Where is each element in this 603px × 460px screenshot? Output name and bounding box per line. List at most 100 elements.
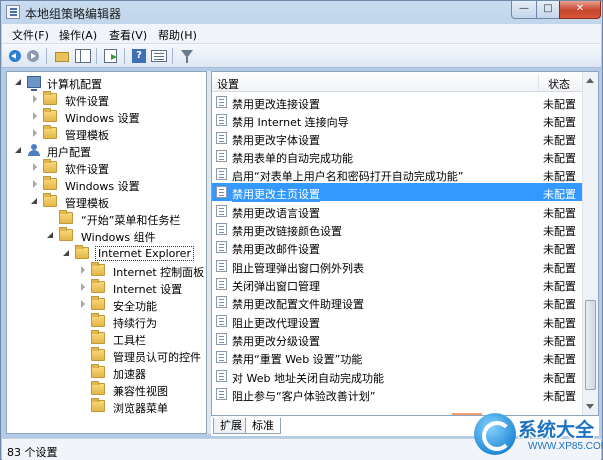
settings-list-pane[interactable]: 设置 状态 禁用更改连接设置 未配置 禁用 Internet 连接向导 未配置 禁用… [211, 71, 599, 416]
policy-icon [216, 186, 227, 198]
list-row[interactable]: 禁用更改字体设置 未配置 [212, 129, 582, 147]
expander-icon[interactable] [79, 266, 87, 274]
filter-button[interactable] [178, 47, 196, 65]
policy-name: 禁用“重置 Web 设置”功能 [232, 353, 363, 366]
policy-state: 未配置 [543, 116, 576, 129]
tab-standard[interactable]: 标准 [245, 418, 281, 434]
folder-icon [91, 398, 105, 412]
policy-state: 未配置 [543, 353, 576, 366]
minimize-button[interactable]: — [511, 1, 537, 19]
tree-item-label: Windows 组件 [81, 231, 156, 244]
show-hide-tree-button[interactable] [74, 47, 92, 65]
policy-name: 禁用更改连接设置 [232, 98, 320, 111]
policy-icon [216, 96, 227, 108]
policy-icon [216, 114, 227, 126]
list-row[interactable]: 禁用更改配置文件助理设置 未配置 [212, 293, 582, 311]
expander-icon[interactable] [79, 283, 87, 291]
policy-name: 阻止管理弹出窗口例外列表 [232, 262, 364, 275]
tab-extended[interactable]: 扩展 [213, 418, 249, 434]
list-row[interactable]: 禁用更改邮件设置 未配置 [212, 238, 582, 256]
forward-button[interactable] [24, 47, 42, 65]
list-row[interactable]: 禁用更改连接设置 未配置 [212, 93, 582, 111]
expander-icon[interactable] [31, 180, 39, 188]
properties-icon [151, 50, 167, 62]
computer-icon [27, 76, 41, 91]
user-icon [27, 144, 41, 156]
expander-icon[interactable] [63, 249, 71, 257]
menu-view[interactable]: 查看(V) [109, 27, 147, 43]
maximize-button[interactable]: □ [536, 1, 560, 19]
title-bar[interactable]: 本地组策略编辑器 — □ ✕ [1, 1, 602, 23]
list-row[interactable]: 启用“对表单上用户名和密码打开自动完成功能” 未配置 [212, 165, 582, 183]
expander-icon[interactable] [31, 163, 39, 171]
expander-icon[interactable] [31, 197, 39, 205]
menu-bar: 文件(F) 操作(A) 查看(V) 帮助(H) [2, 24, 601, 44]
expander-icon[interactable] [47, 231, 55, 239]
column-header-setting[interactable]: 设置 [217, 76, 239, 92]
policy-name: 禁用更改配置文件助理设置 [232, 298, 364, 311]
list-row[interactable]: 禁用 Internet 连接向导 未配置 [212, 111, 582, 129]
folder-icon [91, 364, 105, 378]
tree-item-label: 安全功能 [113, 300, 157, 313]
group-policy-editor-window: 本地组策略编辑器 — □ ✕ 文件(F) 操作(A) 查看(V) 帮助(H) ?… [0, 0, 603, 460]
policy-icon [216, 370, 227, 382]
scrollbar-thumb[interactable] [585, 300, 596, 390]
list-row[interactable]: 禁用表单的自动完成功能 未配置 [212, 147, 582, 165]
tree-item-label: 工具栏 [113, 334, 146, 347]
folder-icon [43, 91, 57, 105]
close-button[interactable]: ✕ [559, 1, 601, 19]
list-row[interactable]: 禁用更改链接颜色设置 未配置 [212, 220, 582, 238]
policy-icon [216, 205, 227, 217]
list-row[interactable]: 禁用更改分级设置 未配置 [212, 330, 582, 348]
expander-icon[interactable] [31, 95, 39, 103]
folder-icon [91, 381, 105, 395]
expander-icon[interactable] [15, 146, 23, 154]
menu-file[interactable]: 文件(F) [12, 27, 49, 43]
export-list-button[interactable] [102, 47, 120, 65]
tree-item-label: Windows 设置 [65, 180, 140, 193]
menu-help[interactable]: 帮助(H) [158, 27, 197, 43]
tree-item-label: 软件设置 [65, 95, 109, 108]
status-text: 83 个设置 [7, 446, 58, 459]
policy-state: 未配置 [543, 372, 576, 385]
folder-icon [75, 245, 89, 259]
tree-pane[interactable]: 计算机配置 软件设置 Windows 设置 管理模板 用户配置 软件设置 Win… [6, 71, 207, 434]
policy-icon [216, 223, 227, 235]
list-row[interactable]: 阻止参与“客户体验改善计划” 未配置 [212, 385, 582, 403]
list-row[interactable]: 对 Web 地址关闭自动完成功能 未配置 [212, 367, 582, 385]
expander-icon[interactable] [31, 112, 39, 120]
policy-state: 未配置 [543, 134, 576, 147]
vertical-scrollbar[interactable] [582, 72, 598, 415]
policy-name: 关闭弹出窗口管理 [232, 280, 320, 293]
help-icon: ? [132, 49, 146, 63]
expander-icon[interactable] [79, 300, 87, 308]
policy-name: 禁用更改主页设置 [232, 186, 320, 202]
list-row[interactable]: 禁用“重置 Web 设置”功能 未配置 [212, 348, 582, 366]
menu-action[interactable]: 操作(A) [59, 27, 97, 43]
up-level-button[interactable] [53, 47, 71, 65]
list-row[interactable]: 禁用更改语言设置 未配置 [212, 202, 582, 220]
tree-item-label: Internet Explorer [95, 246, 194, 261]
tree-item-label: Windows 设置 [65, 112, 140, 125]
tree-item-label: 管理模板 [65, 197, 109, 210]
expander-icon[interactable] [15, 78, 23, 86]
scroll-up-icon[interactable] [586, 78, 594, 83]
back-button[interactable] [6, 47, 24, 65]
watermark-title: 系统大全 [518, 419, 595, 441]
policy-icon [216, 296, 227, 308]
toolbar-separator [96, 48, 97, 64]
list-row[interactable]: 阻止更改代理设置 未配置 [212, 312, 582, 330]
scroll-down-icon[interactable] [586, 404, 594, 409]
properties-button[interactable] [150, 47, 168, 65]
folder-icon [91, 347, 105, 361]
list-row-selected[interactable]: 禁用更改主页设置 未配置 [212, 183, 582, 202]
tree-item-label: Internet 设置 [113, 283, 183, 296]
folder-icon [43, 176, 57, 190]
expander-icon[interactable] [31, 129, 39, 137]
column-header-state[interactable]: 状态 [548, 76, 570, 92]
policy-name: 禁用 Internet 连接向导 [232, 116, 349, 129]
list-row[interactable]: 关闭弹出窗口管理 未配置 [212, 275, 582, 293]
column-divider[interactable] [538, 74, 539, 90]
help-button[interactable]: ? [130, 47, 148, 65]
list-row[interactable]: 阻止管理弹出窗口例外列表 未配置 [212, 257, 582, 275]
